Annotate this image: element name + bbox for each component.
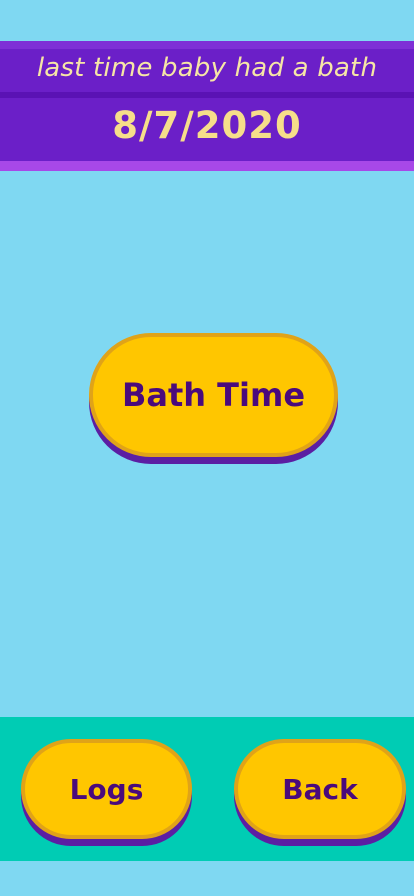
last-bath-caption: last time baby had a bath	[36, 53, 378, 83]
header-banner: last time baby had a bath 8/7/2020	[0, 41, 414, 171]
header-divider	[0, 92, 414, 98]
header-bottom-stripe	[0, 161, 414, 171]
logs-button[interactable]: Logs	[21, 739, 192, 839]
back-button[interactable]: Back	[234, 739, 406, 839]
header-top-stripe	[0, 41, 414, 49]
last-bath-date: 8/7/2020	[112, 104, 302, 147]
bath-time-button[interactable]: Bath Time	[89, 333, 338, 457]
